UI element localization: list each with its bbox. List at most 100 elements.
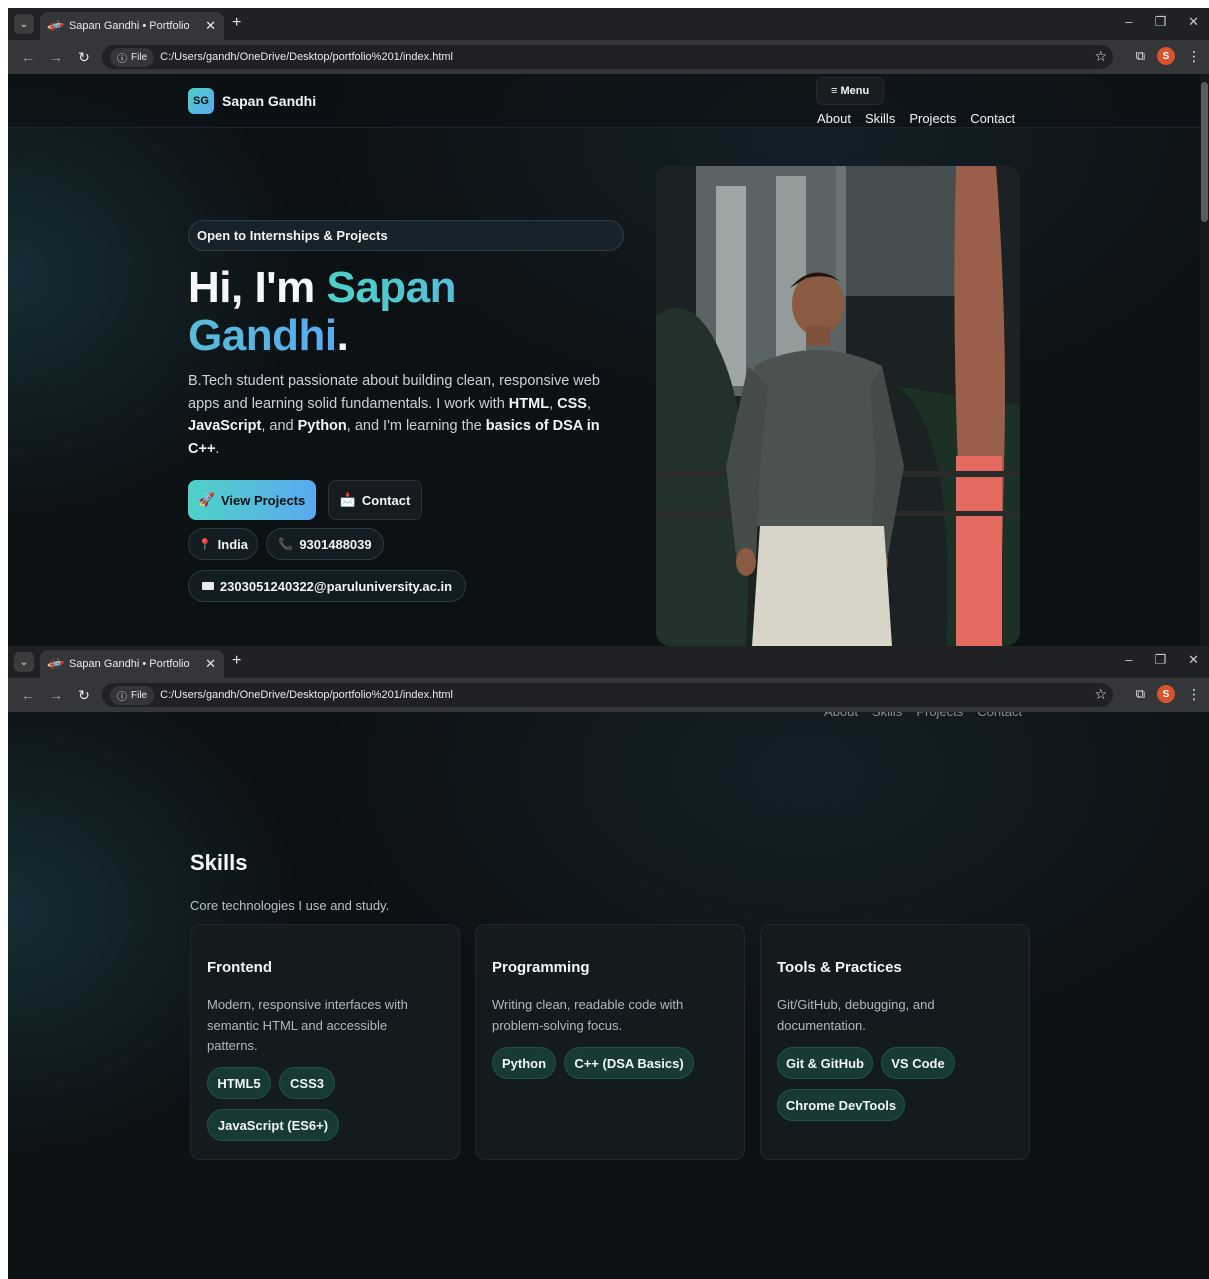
brand-logo: SG	[188, 88, 214, 114]
tab-title: Sapan Gandhi • Portfolio	[68, 658, 190, 670]
browser-tab[interactable]: 🚀 Sapan Gandhi • Portfolio ✕	[40, 650, 224, 678]
hero-title-prefix: Hi, I'm	[188, 263, 327, 312]
skill-tag: Python	[492, 1047, 556, 1079]
desc-sep: , and	[261, 418, 298, 434]
forward-icon[interactable]: →	[48, 687, 64, 703]
address-bar[interactable]: ⓘ File C:/Users/gandh/OneDrive/Desktop/po…	[102, 683, 1113, 707]
skill-card-tools: Tools & Practices Git/GitHub, debugging,…	[760, 924, 1030, 1160]
skill-card-programming: Programming Writing clean, readable code…	[475, 924, 745, 1160]
nav-about[interactable]: About	[824, 712, 858, 719]
brand-name: Sapan Gandhi	[222, 93, 317, 109]
contact-button[interactable]: 📩 Contact	[328, 480, 422, 520]
skills-title: Skills	[190, 850, 248, 875]
reload-icon[interactable]: ↻	[76, 687, 92, 704]
tab-search-button[interactable]: ⌄	[14, 14, 34, 34]
mailbox-icon: 📩	[339, 492, 356, 507]
bookmark-star-icon[interactable]: ☆	[1094, 686, 1107, 703]
new-tab-button[interactable]: +	[232, 14, 241, 32]
menu-button[interactable]: ≡ Menu	[816, 77, 885, 105]
site-info-chip[interactable]: ⓘ File	[110, 685, 155, 705]
skill-tag: Chrome DevTools	[777, 1089, 905, 1121]
close-window-icon[interactable]: ✕	[1188, 652, 1199, 668]
hero-title: Hi, I'm Sapan Gandhi.	[188, 264, 628, 360]
site-info-label: File	[131, 689, 148, 701]
tab-search-button[interactable]: ⌄	[14, 652, 34, 672]
nav-links: About Skills Projects Contact	[817, 111, 1015, 126]
close-icon[interactable]: ✕	[205, 656, 216, 672]
close-icon[interactable]: ✕	[205, 18, 216, 34]
bookmark-star-icon[interactable]: ☆	[1094, 48, 1107, 65]
brand[interactable]: SG Sapan Gandhi	[188, 88, 316, 114]
close-window-icon[interactable]: ✕	[1188, 14, 1199, 30]
profile-avatar[interactable]: S	[1157, 685, 1175, 703]
tab-strip: ⌄ 🚀 Sapan Gandhi • Portfolio ✕ + – ❐ ✕	[8, 8, 1209, 40]
url-text[interactable]: C:/Users/gandh/OneDrive/Desktop/portfoli…	[160, 689, 453, 701]
card-title: Tools & Practices	[777, 959, 902, 976]
phone-chip[interactable]: 📞 9301488039	[266, 528, 384, 560]
page-scrollbar[interactable]	[1200, 74, 1209, 646]
scrollbar-thumb[interactable]	[1201, 82, 1208, 222]
site-info-label: File	[131, 51, 148, 63]
rocket-icon: 🚀	[45, 653, 66, 675]
desc-sep: ,	[549, 395, 558, 412]
view-projects-button[interactable]: 🚀 View Projects	[188, 480, 316, 520]
reload-icon[interactable]: ↻	[76, 49, 92, 66]
new-tab-button[interactable]: +	[232, 652, 241, 670]
skill-tag: HTML5	[207, 1067, 271, 1099]
skill-tag: VS Code	[881, 1047, 955, 1079]
site-info-chip[interactable]: ⓘ File	[110, 47, 155, 67]
desc-python: Python	[297, 418, 347, 434]
availability-badge: Open to Internships & Projects	[188, 220, 624, 251]
location-chip: 📍 India	[188, 528, 258, 560]
url-text[interactable]: C:/Users/gandh/OneDrive/Desktop/portfoli…	[160, 51, 453, 63]
nav-contact[interactable]: Contact	[970, 111, 1015, 126]
extensions-icon[interactable]: ⧉	[1136, 686, 1145, 702]
minimize-icon[interactable]: –	[1125, 652, 1132, 668]
browser-tab[interactable]: 🚀 Sapan Gandhi • Portfolio ✕	[40, 12, 224, 40]
info-icon: ⓘ	[117, 53, 127, 65]
mail-icon	[201, 582, 214, 590]
skill-card-frontend: Frontend Modern, responsive interfaces w…	[190, 924, 460, 1160]
tab-strip: ⌄ 🚀 Sapan Gandhi • Portfolio ✕ + – ❐ ✕	[8, 646, 1209, 678]
menu-kebab-icon[interactable]: ⋮	[1187, 686, 1201, 703]
forward-icon[interactable]: →	[48, 49, 64, 65]
desc-css: CSS	[557, 395, 587, 412]
card-title: Programming	[492, 959, 590, 976]
nav-about[interactable]: About	[817, 111, 851, 126]
nav-projects[interactable]: Projects	[909, 111, 956, 126]
skill-tag: Git & GitHub	[777, 1047, 873, 1079]
browser-window-bottom: ⌄ 🚀 Sapan Gandhi • Portfolio ✕ + – ❐ ✕ ←…	[8, 646, 1209, 1279]
skill-tag: JavaScript (ES6+)	[207, 1109, 339, 1141]
restore-icon[interactable]: ❐	[1154, 652, 1166, 668]
restore-icon[interactable]: ❐	[1154, 14, 1166, 30]
phone-icon: 📞	[278, 537, 294, 551]
nav-skills[interactable]: Skills	[865, 111, 895, 126]
card-description: Modern, responsive interfaces with seman…	[207, 997, 408, 1053]
desc-sep: ,	[586, 395, 591, 412]
desc-text: .	[215, 440, 220, 457]
menu-kebab-icon[interactable]: ⋮	[1187, 48, 1201, 65]
skill-tag: CSS3	[279, 1067, 335, 1099]
rocket-icon: 🚀	[45, 15, 66, 37]
back-icon[interactable]: ←	[20, 687, 36, 703]
address-bar[interactable]: ⓘ File C:/Users/gandh/OneDrive/Desktop/po…	[102, 45, 1113, 69]
card-description: Git/GitHub, debugging, and documentation…	[777, 997, 935, 1033]
browser-toolbar: ← → ↻ ⓘ File C:/Users/gandh/OneDrive/Desk…	[8, 678, 1209, 712]
site-header: SG Sapan Gandhi ≡ Menu About Skills Proj…	[8, 74, 1200, 128]
skills-subtitle: Core technologies I use and study.	[190, 898, 390, 913]
email-chip[interactable]: 2303051240322@paruluniversity.ac.in	[188, 570, 466, 602]
extensions-icon[interactable]: ⧉	[1136, 48, 1145, 64]
portrait-illustration	[656, 166, 1020, 646]
profile-avatar[interactable]: S	[1157, 47, 1175, 65]
skill-tag: C++ (DSA Basics)	[564, 1047, 694, 1079]
nav-skills[interactable]: Skills	[872, 712, 902, 719]
view-projects-label: View Projects	[220, 492, 306, 508]
rocket-icon: 🚀	[198, 492, 215, 507]
nav-contact[interactable]: Contact	[977, 712, 1022, 719]
hero-title-suffix: .	[336, 311, 349, 360]
minimize-icon[interactable]: –	[1125, 14, 1132, 30]
phone-text: 9301488039	[299, 536, 372, 552]
card-title: Frontend	[207, 959, 272, 976]
nav-projects[interactable]: Projects	[916, 712, 963, 719]
back-icon[interactable]: ←	[20, 49, 36, 65]
